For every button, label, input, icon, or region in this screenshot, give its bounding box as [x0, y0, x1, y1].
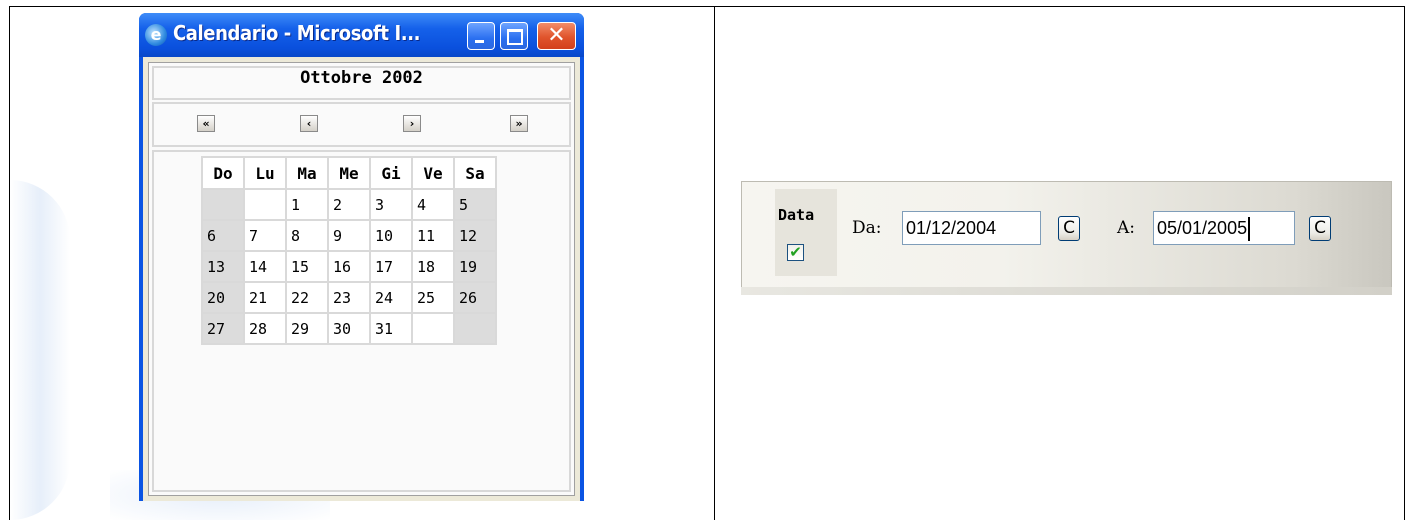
day-cell[interactable] [245, 190, 285, 219]
close-button[interactable]: ✕ [537, 22, 576, 50]
weekday-header: Ma [287, 158, 327, 188]
day-cell[interactable]: 8 [287, 221, 327, 250]
to-calendar-button[interactable]: C [1309, 216, 1331, 241]
weekday-header: Me [329, 158, 369, 188]
weekday-header: Gi [371, 158, 411, 188]
day-cell[interactable]: 6 [203, 221, 243, 250]
day-cell[interactable]: 21 [245, 283, 285, 312]
to-label: A: [1117, 218, 1136, 238]
calendar-page: Ottobre 2002 « ‹ › » Do Lu Ma Me Gi Ve S… [148, 62, 575, 496]
day-cell[interactable]: 30 [329, 314, 369, 343]
day-cell[interactable]: 31 [371, 314, 411, 343]
calendar-nav: « ‹ › » [152, 102, 571, 147]
day-cell[interactable]: 10 [371, 221, 411, 250]
maximize-button[interactable] [500, 22, 528, 50]
first-month-button[interactable]: « [197, 115, 215, 132]
day-cell[interactable]: 28 [245, 314, 285, 343]
day-cell[interactable]: 24 [371, 283, 411, 312]
window-titlebar[interactable]: e Calendario - Microsoft I... ✕ [139, 13, 584, 57]
day-cell[interactable]: 7 [245, 221, 285, 250]
last-month-button[interactable]: » [510, 115, 528, 132]
weekday-header-row: Do Lu Ma Me Gi Ve Sa [203, 158, 495, 188]
day-cell[interactable]: 23 [329, 283, 369, 312]
day-cell[interactable]: 17 [371, 252, 411, 281]
day-cell[interactable] [413, 314, 453, 343]
day-cell[interactable]: 29 [287, 314, 327, 343]
week-row: 20 21 22 23 24 25 26 [203, 283, 495, 312]
weekday-header: Lu [245, 158, 285, 188]
month-title: Ottobre 2002 [152, 66, 571, 100]
day-cell[interactable]: 25 [413, 283, 453, 312]
day-cell[interactable]: 27 [203, 314, 243, 343]
filter-bar-bottom-strip [741, 287, 1392, 295]
day-cell[interactable]: 14 [245, 252, 285, 281]
text-caret [1248, 217, 1251, 242]
window-client-area: Ottobre 2002 « ‹ › » Do Lu Ma Me Gi Ve S… [143, 57, 580, 501]
week-row: 1 2 3 4 5 [203, 190, 495, 219]
calendar-grid: Do Lu Ma Me Gi Ve Sa 1 2 3 4 5 6 7 8 9 1… [201, 156, 497, 345]
day-cell[interactable]: 5 [455, 190, 495, 219]
minimize-button[interactable] [467, 22, 495, 50]
ie-icon: e [145, 24, 167, 46]
day-cell[interactable]: 9 [329, 221, 369, 250]
from-date-input[interactable]: 01/12/2004 [902, 211, 1041, 245]
table-divider [714, 6, 715, 520]
day-cell[interactable]: 22 [287, 283, 327, 312]
next-month-button[interactable]: › [403, 115, 421, 132]
day-cell[interactable]: 1 [287, 190, 327, 219]
week-row: 13 14 15 16 17 18 19 [203, 252, 495, 281]
day-cell[interactable]: 12 [455, 221, 495, 250]
week-row: 27 28 29 30 31 [203, 314, 495, 343]
from-label: Da: [852, 218, 882, 238]
to-date-input[interactable]: 05/01/2005 [1153, 211, 1295, 245]
day-cell[interactable]: 11 [413, 221, 453, 250]
day-cell[interactable]: 16 [329, 252, 369, 281]
weekday-header: Ve [413, 158, 453, 188]
day-cell[interactable]: 18 [413, 252, 453, 281]
weekday-header: Sa [455, 158, 495, 188]
data-checkbox[interactable]: ✔ [787, 244, 804, 261]
calendar-grid-frame: Do Lu Ma Me Gi Ve Sa 1 2 3 4 5 6 7 8 9 1… [152, 150, 571, 492]
day-cell[interactable] [455, 314, 495, 343]
day-cell[interactable]: 20 [203, 283, 243, 312]
day-cell[interactable]: 15 [287, 252, 327, 281]
day-cell[interactable]: 26 [455, 283, 495, 312]
week-row: 6 7 8 9 10 11 12 [203, 221, 495, 250]
data-label: Data [778, 206, 815, 224]
data-toggle-group [775, 189, 837, 276]
calendar-window: e Calendario - Microsoft I... ✕ Ottobre … [139, 13, 584, 501]
day-cell[interactable]: 13 [203, 252, 243, 281]
window-title: Calendario - Microsoft I... [173, 21, 421, 45]
to-date-value: 05/01/2005 [1157, 218, 1248, 238]
day-cell[interactable]: 2 [329, 190, 369, 219]
weekday-header: Do [203, 158, 243, 188]
day-cell[interactable]: 4 [413, 190, 453, 219]
day-cell[interactable] [203, 190, 243, 219]
close-icon: ✕ [547, 23, 566, 48]
from-calendar-button[interactable]: C [1058, 216, 1080, 241]
day-cell[interactable]: 3 [371, 190, 411, 219]
day-cell[interactable]: 19 [455, 252, 495, 281]
prev-month-button[interactable]: ‹ [300, 115, 318, 132]
